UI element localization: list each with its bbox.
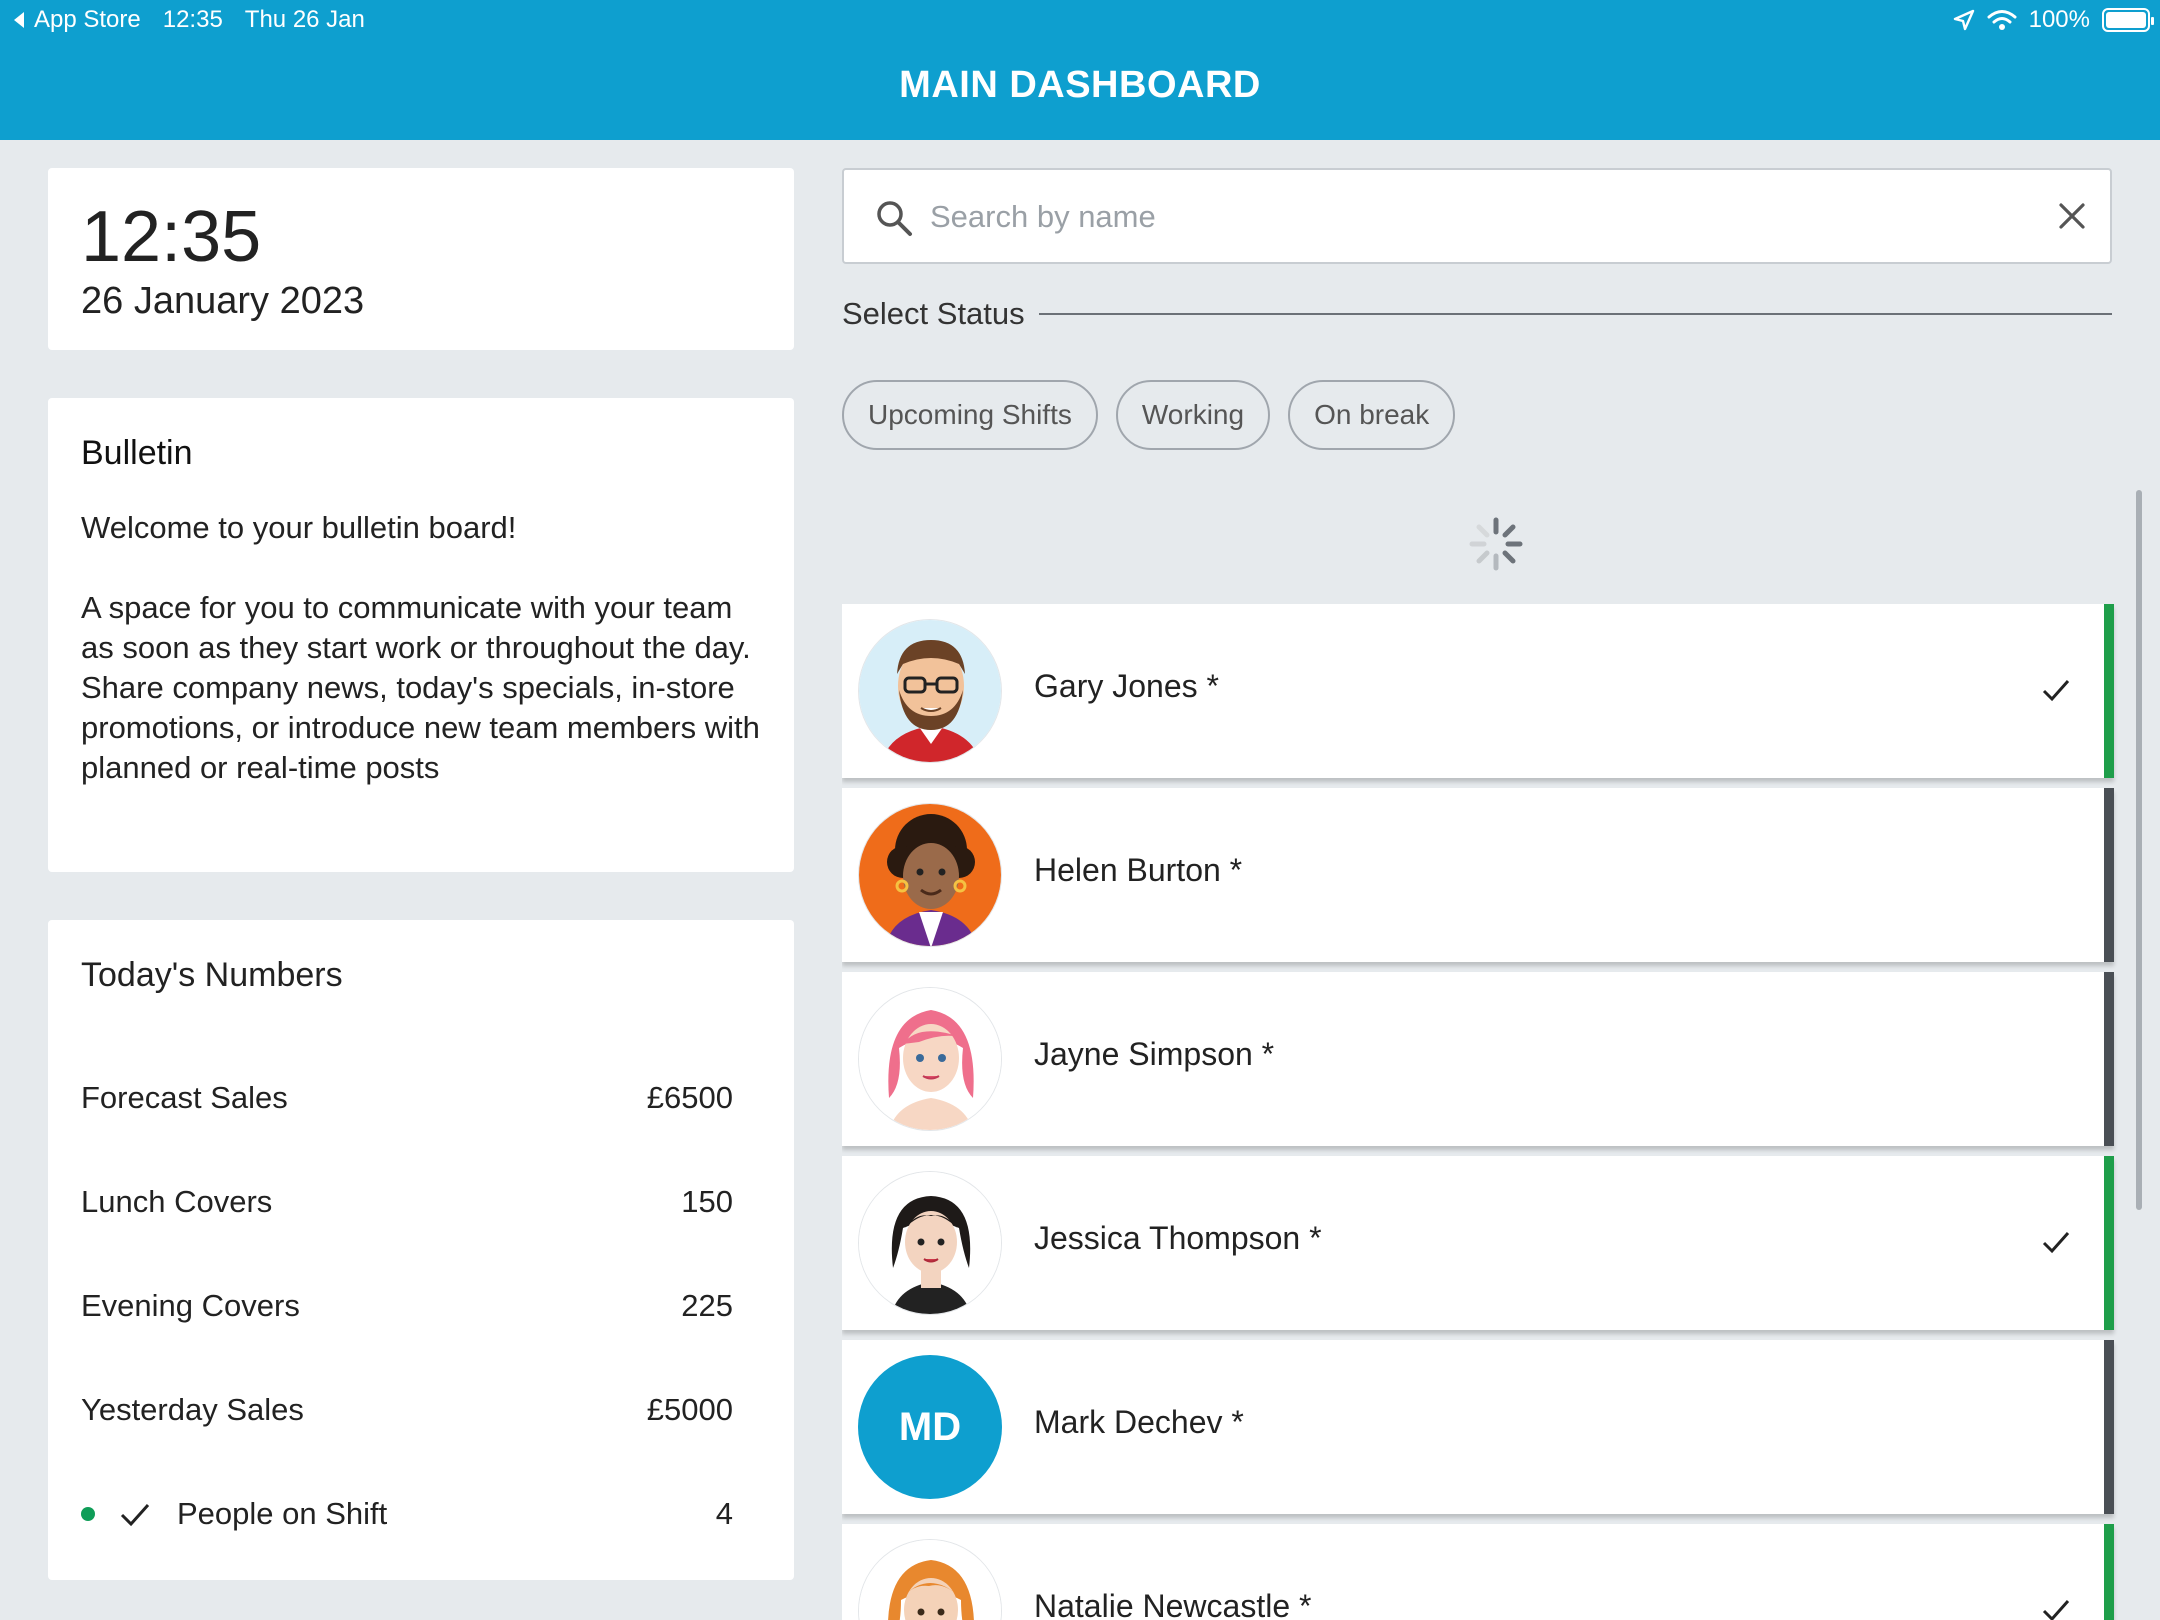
divider <box>1038 313 2112 315</box>
battery-icon <box>2102 8 2154 32</box>
person-row-mark-dechev[interactable]: MD Mark Dechev * <box>842 1340 2114 1514</box>
bulletin-title: Bulletin <box>81 434 193 472</box>
person-name: Mark Dechev * <box>1034 1404 1244 1440</box>
todays-numbers-card: Today's Numbers Forecast Sales £6500 Lun… <box>48 920 794 1580</box>
status-bar-indicator <box>2104 972 2114 1146</box>
loading-spinner-icon <box>1469 517 1523 571</box>
check-icon <box>2042 1600 2070 1620</box>
status-bar-indicator <box>2104 1156 2114 1330</box>
bulletin-card: Bulletin Welcome to your bulletin board!… <box>48 398 794 872</box>
people-list: Gary Jones * Helen Burton * Jayne Simpso… <box>842 604 2118 1620</box>
number-label: Lunch Covers <box>81 1184 273 1219</box>
status-bar-left: App Store 12:35 Thu 26 Jan <box>12 6 365 34</box>
check-icon <box>120 1503 150 1527</box>
number-value: £6500 <box>646 1080 733 1115</box>
search-box <box>842 168 2112 264</box>
person-row-gary-jones[interactable]: Gary Jones * <box>842 604 2114 778</box>
number-row-yesterday-sales: Yesterday Sales £5000 <box>81 1390 733 1430</box>
back-arrow-icon <box>14 12 24 28</box>
avatar <box>858 1171 1002 1315</box>
avatar-initials: MD <box>858 1355 1002 1499</box>
status-bar-right: 100% <box>1953 6 2154 34</box>
man-avatar-icon <box>859 620 1001 762</box>
number-value: £5000 <box>646 1392 733 1427</box>
clock-card: 12:35 26 January 2023 <box>48 168 794 350</box>
number-row-people-on-shift[interactable]: People on Shift 4 <box>81 1494 733 1534</box>
number-label: Evening Covers <box>81 1288 300 1323</box>
person-row-jessica-thompson[interactable]: Jessica Thompson * <box>842 1156 2114 1330</box>
chip-upcoming-shifts[interactable]: Upcoming Shifts <box>842 380 1098 450</box>
person-row-jayne-simpson[interactable]: Jayne Simpson * <box>842 972 2114 1146</box>
woman-avatar-icon <box>859 988 1001 1130</box>
top-bar: App Store 12:35 Thu 26 Jan 100% MAIN DAS… <box>0 0 2160 140</box>
check-icon <box>2042 1232 2070 1254</box>
woman-avatar-icon <box>859 1172 1001 1314</box>
number-row-forecast-sales: Forecast Sales £6500 <box>81 1078 733 1118</box>
number-value: 4 <box>715 1496 733 1531</box>
woman-avatar-icon <box>859 1540 1001 1620</box>
search-icon <box>877 201 912 236</box>
status-bar-indicator <box>2104 788 2114 962</box>
location-icon <box>1953 9 1974 31</box>
number-row-lunch-covers: Lunch Covers 150 <box>81 1182 733 1222</box>
avatar <box>858 619 1002 763</box>
number-label: Forecast Sales <box>81 1080 288 1115</box>
back-to-app-store[interactable]: App Store <box>12 6 141 34</box>
status-bar-indicator <box>2104 1524 2114 1620</box>
bulletin-body: Welcome to your bulletin board! A space … <box>81 508 771 788</box>
bulletin-greeting: Welcome to your bulletin board! <box>81 510 517 545</box>
number-value: 150 <box>681 1184 733 1219</box>
select-status-header: Select Status <box>842 296 2112 332</box>
person-row-natalie-newcastle[interactable]: Natalie Newcastle * <box>842 1524 2114 1620</box>
person-name: Gary Jones * <box>1034 668 1219 704</box>
status-dot-icon <box>81 1507 95 1521</box>
person-row-helen-burton[interactable]: Helen Burton * <box>842 788 2114 962</box>
status-date: Thu 26 Jan <box>244 6 365 33</box>
clear-search-icon[interactable] <box>2052 196 2092 236</box>
wifi-icon <box>1987 10 2017 30</box>
number-row-evening-covers: Evening Covers 225 <box>81 1286 733 1326</box>
number-value: 225 <box>681 1288 733 1323</box>
number-label: People on Shift <box>177 1496 388 1531</box>
back-label: App Store <box>34 6 141 33</box>
person-name: Natalie Newcastle * <box>1034 1588 1312 1620</box>
avatar <box>858 987 1002 1131</box>
number-label: Yesterday Sales <box>81 1392 304 1427</box>
clock-date: 26 January 2023 <box>81 280 365 322</box>
battery-percent: 100% <box>2028 6 2090 33</box>
person-name: Jayne Simpson * <box>1034 1036 1275 1072</box>
chip-working[interactable]: Working <box>1115 380 1271 450</box>
numbers-title: Today's Numbers <box>81 956 343 994</box>
status-bar-indicator <box>2104 1340 2114 1514</box>
page-title: MAIN DASHBOARD <box>899 64 1261 106</box>
person-name: Jessica Thompson * <box>1034 1220 1322 1256</box>
bulletin-text: A space for you to communicate with your… <box>81 590 760 785</box>
check-icon <box>2042 680 2070 702</box>
search-input[interactable] <box>930 192 2010 242</box>
avatar <box>858 1539 1002 1620</box>
status-bar-indicator <box>2104 604 2114 778</box>
status-time: 12:35 <box>162 6 223 33</box>
chip-on-break[interactable]: On break <box>1288 380 1456 450</box>
list-scrollbar[interactable] <box>2136 490 2142 1210</box>
avatar <box>858 803 1002 947</box>
clock-time: 12:35 <box>81 197 262 277</box>
woman-avatar-icon <box>859 804 1001 946</box>
select-status-label: Select Status <box>842 296 1025 331</box>
status-chips: Upcoming Shifts Working On break <box>842 380 1456 450</box>
person-name: Helen Burton * <box>1034 852 1243 888</box>
